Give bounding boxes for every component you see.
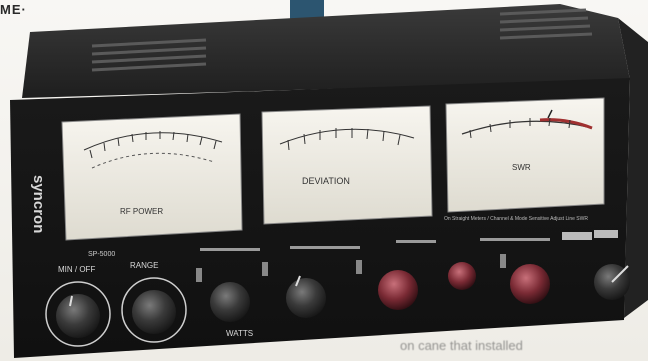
switch-3[interactable] — [356, 260, 362, 274]
knob-range[interactable] — [132, 290, 176, 334]
svg-text:RF POWER: RF POWER — [120, 207, 163, 216]
meter-swr: SWR — [445, 97, 605, 213]
knob-watts-2[interactable] — [286, 278, 326, 318]
svg-text:SWR: SWR — [512, 163, 531, 172]
svg-text:DEVIATION: DEVIATION — [302, 176, 350, 186]
switch-1[interactable] — [196, 268, 202, 282]
switch-2[interactable] — [262, 262, 268, 276]
meter-rf-power: RF POWER — [61, 113, 243, 241]
meter-deviation: DEVIATION — [261, 105, 433, 225]
knob-label-min-off: MIN / OFF — [58, 265, 95, 274]
knob-label-range: RANGE — [130, 261, 158, 270]
knob-watts-1[interactable] — [210, 282, 250, 322]
svg-text:syncron: syncron — [30, 175, 47, 233]
switch-4[interactable] — [500, 254, 506, 268]
brand-logo: syncron — [30, 175, 47, 233]
knob-label-watts: WATTS — [226, 329, 253, 338]
device-photo: syncron RF POWER DEVIATION SWR On Straig… — [10, 0, 648, 358]
meter-caption: On Straight Meters / Channel & Mode Sens… — [444, 216, 588, 222]
knob-red-1[interactable] — [378, 270, 418, 310]
knob-red-2[interactable] — [510, 264, 550, 304]
caption-fragment-bottom: on cane that installed — [400, 338, 523, 353]
knob-mode[interactable] — [56, 294, 100, 338]
knob-red-small[interactable] — [448, 262, 476, 290]
model-label: SP-5000 — [88, 251, 115, 258]
